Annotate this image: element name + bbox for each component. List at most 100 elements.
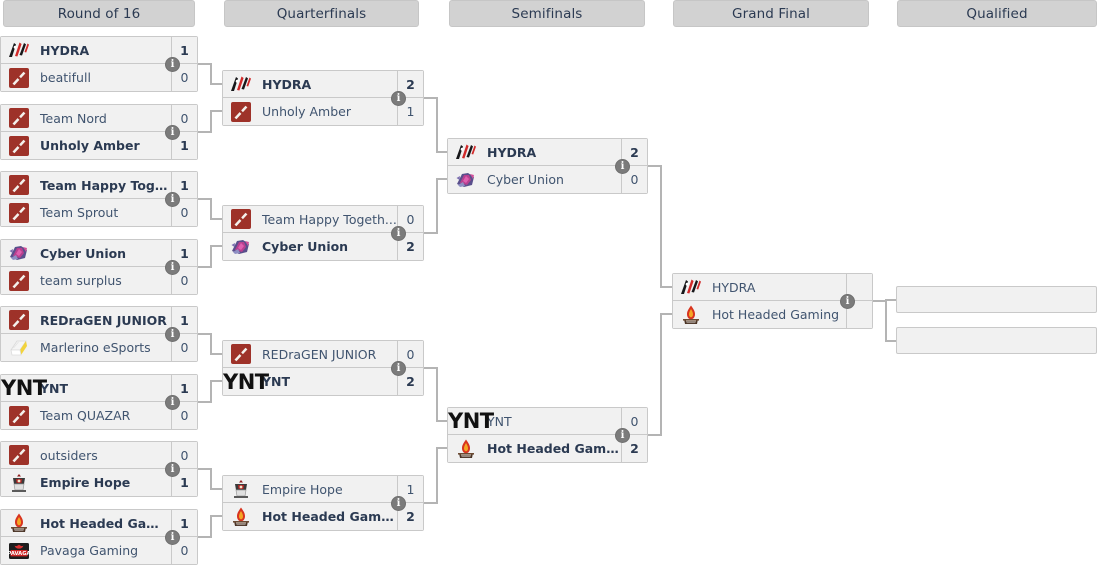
empire-hope-logo-icon (234, 480, 248, 498)
team-logo (6, 444, 32, 466)
match-info-icon[interactable]: i (165, 530, 180, 545)
ynt-logo-icon: YNT (448, 409, 494, 433)
team-logo (678, 304, 704, 326)
connector-line (210, 109, 222, 112)
connector-line (198, 131, 210, 133)
match-r16-1[interactable]: HYDRA 1 beatifull 0 i (0, 36, 198, 92)
pavaga-gaming-logo-icon: PAVAGA (8, 542, 31, 559)
connector-line (210, 333, 212, 355)
dota-logo-icon (231, 209, 251, 229)
connector-line (424, 367, 436, 369)
match-info-icon[interactable]: i (165, 192, 180, 207)
dota-logo-icon (9, 135, 29, 156)
match-r16-6[interactable]: YNT YNT 1 Team QUAZAR 0 i (0, 374, 198, 430)
match-info-icon[interactable]: i (391, 226, 406, 241)
match-info-icon[interactable]: i (615, 159, 630, 174)
team-name: YNT (262, 374, 291, 389)
team-name: Unholy Amber (262, 104, 351, 119)
hot-headed-gaming-logo-icon (458, 439, 474, 458)
connector-line (198, 536, 210, 538)
ynt-logo-icon: YNT (223, 369, 269, 394)
team-name: Team Happy Togeth... (262, 211, 397, 227)
match-info-icon[interactable]: i (391, 361, 406, 376)
team-name: team surplus (40, 273, 122, 288)
connector-line (198, 401, 210, 403)
connector-line (436, 446, 438, 504)
match-info-icon[interactable]: i (165, 327, 180, 342)
team-name: YNT (40, 380, 69, 396)
team-logo (228, 208, 254, 230)
dota-logo-icon (9, 405, 29, 426)
match-r16-8[interactable]: Hot Headed Gaming 1 PAVAGA Pavaga Gaming 0 i (0, 509, 198, 565)
team-logo (6, 512, 32, 534)
match-info-icon[interactable]: i (840, 294, 855, 309)
connector-line (436, 177, 447, 180)
team-logo (228, 343, 254, 365)
connector-line (198, 468, 210, 470)
match-info-icon[interactable]: i (391, 91, 406, 106)
match-sf-2[interactable]: YNT YNT 0 Hot Headed Gaming 2 i (447, 407, 648, 463)
match-qf-2[interactable]: Team Happy Togeth... 0 Cyber Union 2 i (222, 205, 424, 261)
match-r16-7[interactable]: outsiders 0 Empire Hope 1 i (0, 441, 198, 497)
team-logo (228, 506, 254, 528)
match-r16-2[interactable]: Team Nord 0 Unholy Amber 1 i (0, 104, 198, 160)
dota-logo-icon (9, 270, 29, 291)
match-info-icon[interactable]: i (165, 395, 180, 410)
team-name: Pavaga Gaming (40, 543, 139, 558)
team-name: Marlerino eSports (40, 340, 151, 355)
team-name: REDraGEN JUNIOR (40, 312, 167, 328)
team-name: Hot Headed Gaming (40, 515, 171, 531)
match-qf-4[interactable]: Empire Hope 1 Hot Headed Gaming 2 i (222, 475, 424, 531)
connector-line (885, 339, 896, 342)
connector-line (210, 379, 222, 382)
dota-logo-icon (9, 202, 29, 223)
match-qf-3[interactable]: REDraGEN JUNIOR 0 YNT YNT 2 i (222, 340, 424, 396)
team-logo (6, 107, 32, 129)
team-logo (228, 73, 254, 95)
connector-line (436, 367, 438, 422)
team-logo: YNT (448, 409, 494, 433)
connector-line (210, 514, 212, 538)
connector-line (436, 446, 447, 449)
match-sf-1[interactable]: HYDRA 2 Cyber Union 0 i (447, 138, 648, 194)
match-info-icon[interactable]: i (165, 125, 180, 140)
team-name: Unholy Amber (40, 138, 140, 153)
match-info-icon[interactable]: i (615, 428, 630, 443)
connector-line (436, 419, 447, 422)
team-name: outsiders (40, 447, 98, 463)
hot-headed-gaming-logo-icon (233, 507, 249, 526)
qualified-slot-1[interactable] (896, 286, 1097, 313)
team-name: Team Sprout (40, 205, 119, 220)
team-logo: PAVAGA (6, 540, 32, 562)
match-info-icon[interactable]: i (391, 496, 406, 511)
connector-line (436, 177, 438, 234)
connector-line (210, 487, 222, 490)
match-r16-5[interactable]: REDraGEN JUNIOR 1 Marlerino eSports 0 i (0, 306, 198, 362)
qualified-slot-2[interactable] (896, 327, 1097, 354)
hot-headed-gaming-logo-icon (11, 513, 27, 532)
connector-line (210, 82, 222, 85)
team-logo (6, 135, 32, 157)
dota-logo-icon (9, 67, 29, 88)
team-name: Team Nord (40, 110, 107, 126)
svg-text:PAVAGA: PAVAGA (8, 551, 31, 557)
team-logo (6, 39, 32, 61)
hydra-logo-icon (456, 144, 476, 159)
team-name: Hot Headed Gaming (262, 509, 397, 524)
match-info-icon[interactable]: i (165, 260, 180, 275)
match-qf-1[interactable]: HYDRA 2 Unholy Amber 1 i (222, 70, 424, 126)
connector-line (436, 150, 447, 153)
team-name: HYDRA (40, 42, 90, 58)
team-name: Hot Headed Gaming (487, 441, 621, 456)
team-logo (453, 438, 479, 460)
dota-logo-icon (9, 445, 29, 465)
connector-line (660, 312, 662, 436)
match-r16-3[interactable]: Team Happy Toget... 1 Team Sprout 0 i (0, 171, 198, 227)
team-name: beatifull (40, 70, 91, 85)
match-gf-1[interactable]: HYDRA Hot Headed Gaming i (672, 273, 873, 329)
team-logo (453, 141, 479, 163)
match-r16-4[interactable]: Cyber Union 1 team surplus 0 i (0, 239, 198, 295)
team-name: REDraGEN JUNIOR (262, 346, 377, 362)
match-info-icon[interactable]: i (165, 57, 180, 72)
match-info-icon[interactable]: i (165, 462, 180, 477)
